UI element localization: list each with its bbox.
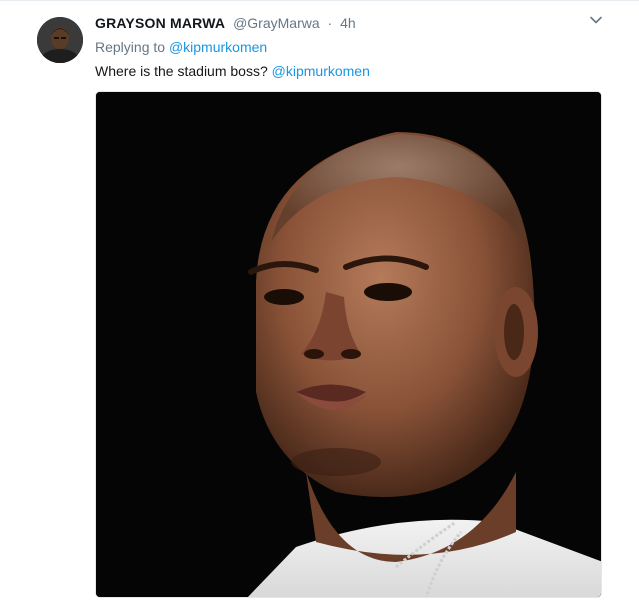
divider xyxy=(0,0,639,1)
author-name[interactable]: GRAYSON MARWA xyxy=(95,15,225,31)
tweet-photo[interactable] xyxy=(95,91,602,598)
tweet[interactable]: GRAYSON MARWA @GrayMarwa · 4h Replying t… xyxy=(0,0,639,605)
separator-dot: · xyxy=(327,15,333,31)
tweet-text-body: Where is the stadium boss? xyxy=(95,63,268,79)
tweet-text: Where is the stadium boss? @kipmurkomen xyxy=(95,61,639,81)
timestamp[interactable]: 4h xyxy=(340,15,356,31)
avatar[interactable] xyxy=(37,17,83,63)
reply-context: Replying to @kipmurkomen xyxy=(95,37,639,57)
tweet-header: GRAYSON MARWA @GrayMarwa · 4h xyxy=(95,12,639,34)
reply-to-mention[interactable]: @kipmurkomen xyxy=(169,39,267,55)
tweet-content: GRAYSON MARWA @GrayMarwa · 4h Replying t… xyxy=(95,12,639,81)
reply-context-label: Replying to xyxy=(95,39,166,55)
avatar-image xyxy=(37,17,83,63)
chevron-down-icon[interactable] xyxy=(589,13,603,27)
photo-image xyxy=(96,92,601,597)
author-handle[interactable]: @GrayMarwa xyxy=(233,15,320,31)
tweet-mention-link[interactable]: @kipmurkomen xyxy=(272,63,370,79)
